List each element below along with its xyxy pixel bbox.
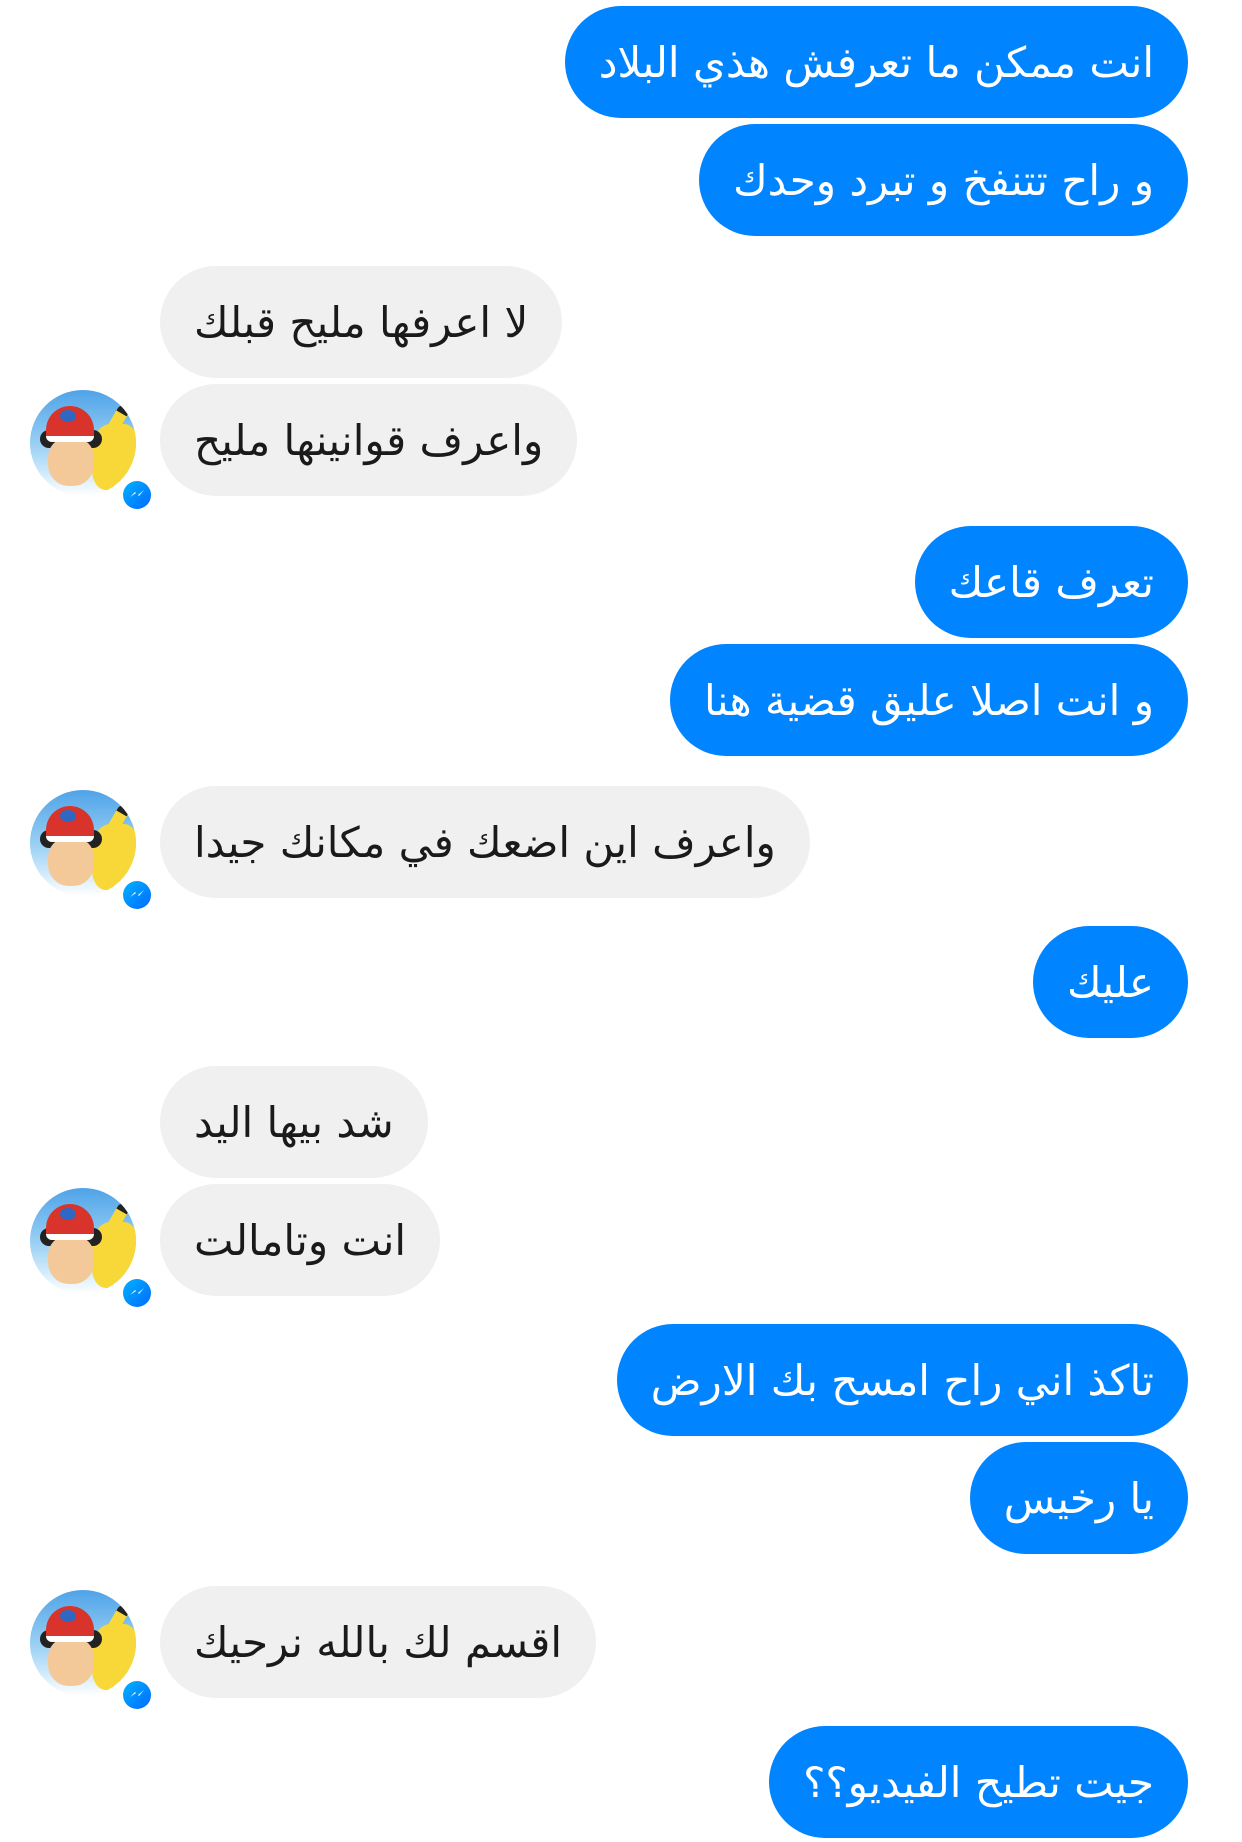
messenger-badge-icon — [120, 478, 154, 512]
outgoing-message-bubble[interactable]: و راح تتنفخ و تبرد وحدك — [699, 124, 1188, 236]
outgoing-message-bubble[interactable]: يا رخيس — [969, 1442, 1188, 1554]
outgoing-message-bubble[interactable]: جيت تطيح الفيديو؟؟ — [769, 1726, 1188, 1838]
sender-avatar[interactable] — [30, 1188, 154, 1310]
messenger-badge-icon — [120, 1678, 154, 1712]
incoming-message-bubble[interactable]: انت وتامالت — [160, 1184, 441, 1296]
sender-avatar[interactable] — [30, 390, 154, 512]
avatar-image — [30, 390, 136, 496]
avatar-image — [30, 790, 136, 896]
incoming-message-bubble[interactable]: لا اعرفها مليح قبلك — [160, 266, 563, 378]
outgoing-message-bubble[interactable]: و انت اصلا عليق قضية هنا — [669, 644, 1188, 756]
outgoing-message-bubble[interactable]: انت ممكن ما تعرفش هذي البلاد — [564, 6, 1188, 118]
outgoing-message-bubble[interactable]: تاكذ اني راح امسح بك الارض — [616, 1324, 1188, 1436]
messenger-badge-icon — [120, 878, 154, 912]
outgoing-message-bubble[interactable]: عليك — [1032, 926, 1188, 1038]
sender-avatar[interactable] — [30, 790, 154, 912]
incoming-message-bubble[interactable]: واعرف قوانينها مليح — [160, 384, 578, 496]
incoming-message-bubble[interactable]: واعرف اين اضعك في مكانك جيدا — [160, 786, 810, 898]
messenger-badge-icon — [120, 1276, 154, 1310]
incoming-message-bubble[interactable]: شد بيها اليد — [160, 1066, 428, 1178]
incoming-message-bubble[interactable]: اقسم لك بالله نرحيك — [160, 1586, 597, 1698]
avatar-image — [30, 1188, 136, 1294]
outgoing-message-bubble[interactable]: تعرف قاعك — [914, 526, 1188, 638]
sender-avatar[interactable] — [30, 1590, 154, 1712]
avatar-image — [30, 1590, 136, 1696]
